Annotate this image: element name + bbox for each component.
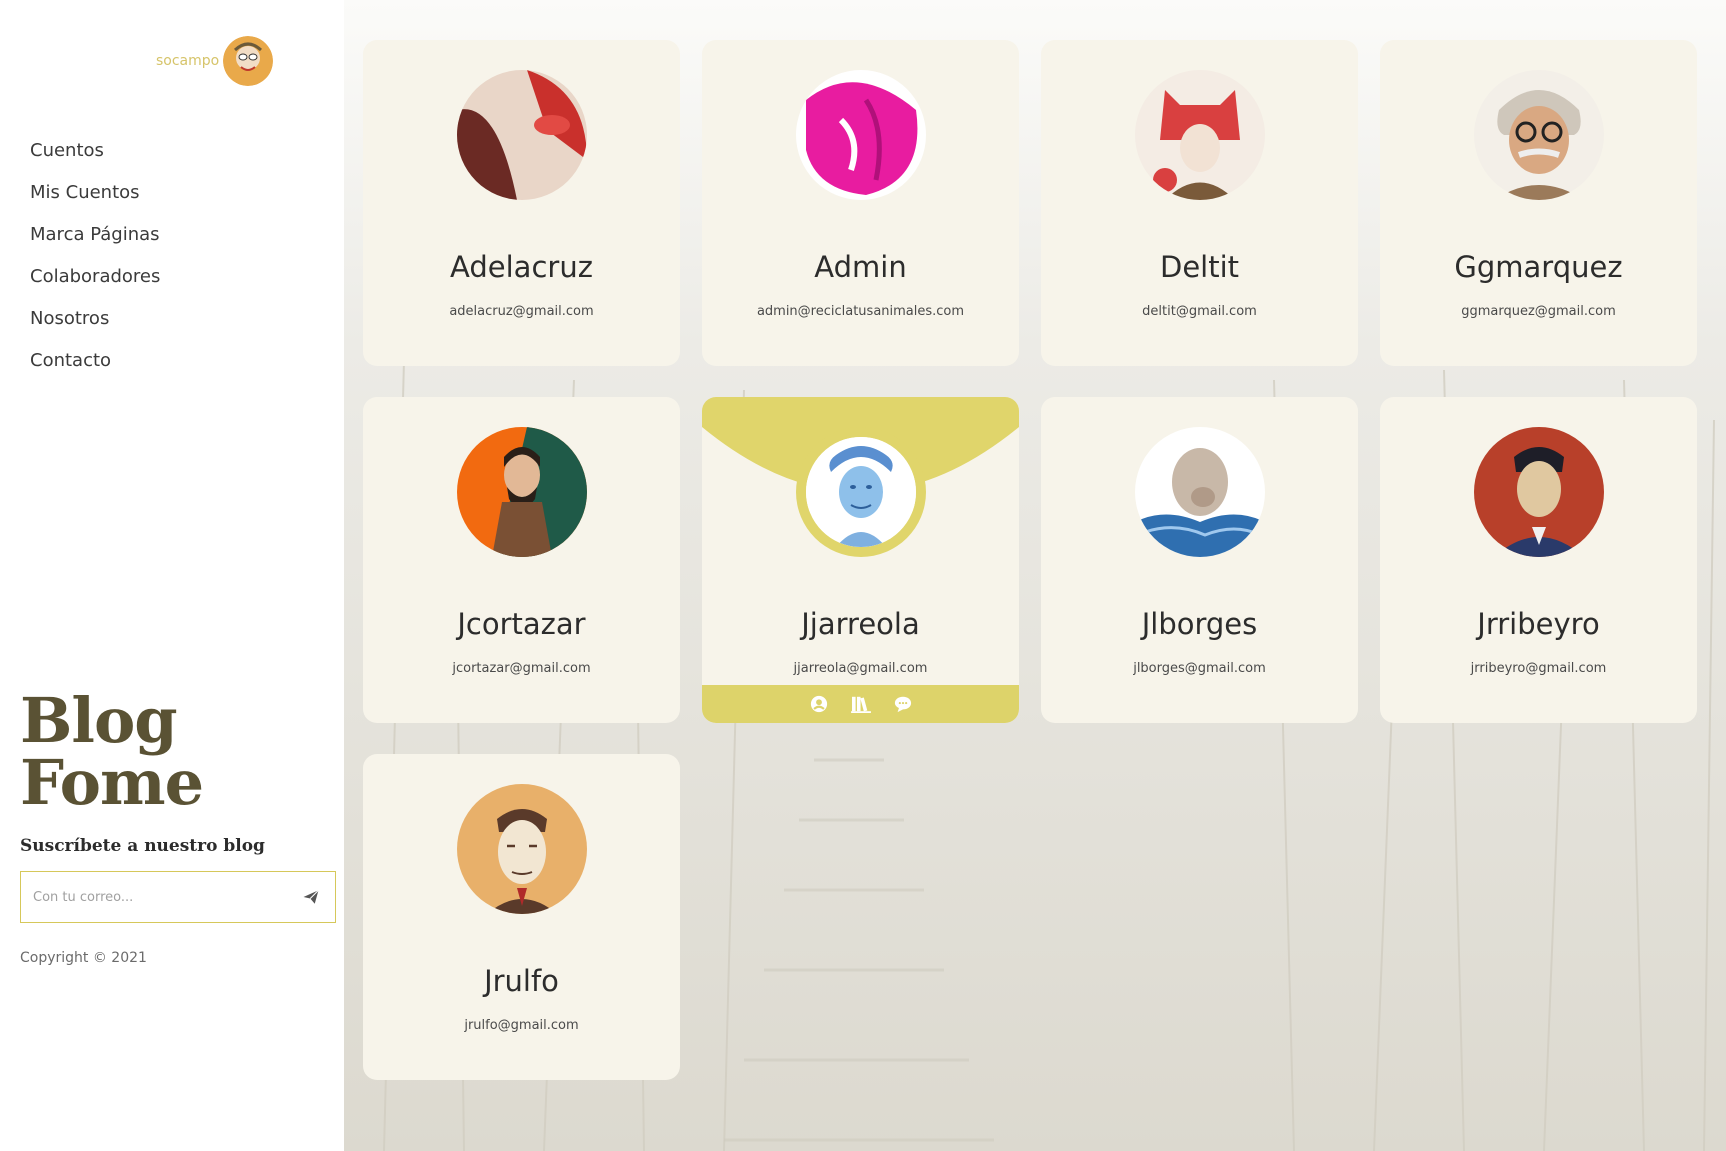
- author-name[interactable]: Admin: [702, 250, 1019, 284]
- author-email: jrribeyro@gmail.com: [1470, 661, 1607, 676]
- collaborators-grid: Adelacruz adelacruz@gmail.com Admin admi…: [344, 0, 1726, 1151]
- subscribe-label: Suscríbete a nuestro blog: [20, 836, 265, 856]
- author-card-active[interactable]: Jjarreola jjarreola@gmail.com: [702, 397, 1019, 723]
- card-action-bar: [702, 685, 1019, 723]
- author-name[interactable]: Jrribeyro: [1380, 607, 1697, 641]
- brand-logo: Blog Fome: [20, 684, 204, 819]
- author-card[interactable]: Jlborges jlborges@gmail.com: [1041, 397, 1358, 723]
- user-chip[interactable]: socampo: [156, 36, 274, 86]
- subscribe-email-input[interactable]: [21, 872, 287, 922]
- author-email: jcortazar@gmail.com: [452, 661, 591, 676]
- main-nav: Cuentos Mis Cuentos Marca Páginas Colabo…: [30, 138, 160, 390]
- author-avatar: [1473, 70, 1604, 200]
- author-email: admin@reciclatusanimales.com: [756, 304, 965, 319]
- author-name[interactable]: Jrulfo: [363, 964, 680, 998]
- author-email: ggmarquez@gmail.com: [1461, 304, 1616, 319]
- author-card[interactable]: Jcortazar jcortazar@gmail.com: [363, 397, 680, 723]
- author-avatar: [456, 784, 587, 914]
- author-name[interactable]: Deltit: [1041, 250, 1358, 284]
- author-card[interactable]: Ggmarquez ggmarquez@gmail.com: [1380, 40, 1697, 366]
- author-email: jlborges@gmail.com: [1133, 661, 1266, 676]
- author-name[interactable]: Ggmarquez: [1380, 250, 1697, 284]
- author-avatar: [1134, 427, 1265, 557]
- author-card[interactable]: Jrulfo jrulfo@gmail.com: [363, 754, 680, 1080]
- nav-item-colaboradores[interactable]: Colaboradores: [30, 264, 160, 306]
- profile-button[interactable]: [809, 694, 829, 714]
- user-circle-icon: [810, 695, 827, 713]
- author-card[interactable]: Jrribeyro jrribeyro@gmail.com: [1380, 397, 1697, 723]
- author-name[interactable]: Jlborges: [1041, 607, 1358, 641]
- author-name[interactable]: Jcortazar: [363, 607, 680, 641]
- nav-item-contacto[interactable]: Contacto: [30, 348, 160, 390]
- author-email: jjarreola@gmail.com: [793, 661, 928, 676]
- comment-icon: [894, 696, 911, 713]
- sidebar: socampo Cuentos Mis Cuentos Marca Página…: [0, 0, 344, 1151]
- nav-item-mis-cuentos[interactable]: Mis Cuentos: [30, 180, 160, 222]
- author-card[interactable]: Adelacruz adelacruz@gmail.com: [363, 40, 680, 366]
- author-avatar: [456, 427, 587, 557]
- brand-line-2: Fome: [20, 746, 204, 819]
- subscribe-form: [20, 871, 336, 923]
- author-name[interactable]: Jjarreola: [702, 607, 1019, 641]
- stories-button[interactable]: [850, 694, 871, 714]
- author-avatar: [795, 70, 926, 200]
- user-avatar-icon[interactable]: [223, 36, 274, 86]
- author-avatar: [805, 437, 916, 547]
- brand-line-1: Blog: [20, 684, 178, 757]
- nav-item-nosotros[interactable]: Nosotros: [30, 306, 160, 348]
- author-avatar: [1134, 70, 1265, 200]
- author-card[interactable]: Admin admin@reciclatusanimales.com: [702, 40, 1019, 366]
- author-avatar-ring: [795, 427, 926, 557]
- author-avatar: [456, 70, 587, 200]
- subscribe-send-button[interactable]: [287, 872, 335, 922]
- author-avatar: [1473, 427, 1604, 557]
- author-email: jrulfo@gmail.com: [464, 1018, 579, 1033]
- author-email: deltit@gmail.com: [1142, 304, 1257, 319]
- author-email: adelacruz@gmail.com: [449, 304, 594, 319]
- paper-plane-icon: [303, 889, 319, 904]
- copyright-text: Copyright © 2021: [20, 950, 147, 966]
- author-name[interactable]: Adelacruz: [363, 250, 680, 284]
- username[interactable]: socampo: [156, 53, 219, 69]
- nav-item-marca-paginas[interactable]: Marca Páginas: [30, 222, 160, 264]
- comments-button[interactable]: [893, 694, 913, 714]
- nav-item-cuentos[interactable]: Cuentos: [30, 138, 160, 180]
- books-icon: [850, 696, 871, 713]
- author-card[interactable]: Deltit deltit@gmail.com: [1041, 40, 1358, 366]
